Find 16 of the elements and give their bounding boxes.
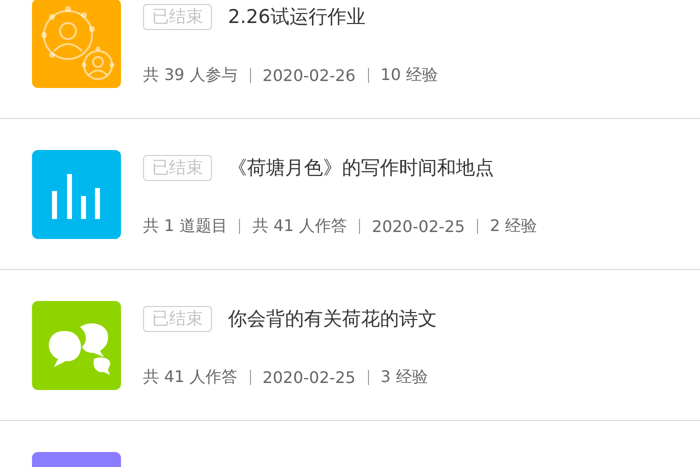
meta-text: 2020-02-25 [372,217,465,236]
activity-title[interactable]: 你会背的有关荷花的诗文 [228,306,437,332]
status-badge: 已结束 [143,4,212,30]
meta-text: 10 经验 [380,65,438,86]
meta-text: 2020-02-25 [262,368,356,387]
activity-title[interactable]: 《荷塘月色》的写作时间和地点 [228,155,494,181]
meta-text: 共 39 人参与 [143,65,238,86]
meta-text: 共 1 道题目 [143,216,228,237]
meta-text: 3 经验 [380,367,428,388]
status-badge: 已结束 [143,155,212,181]
activity-title[interactable]: 2.26试运行作业 [228,4,366,30]
meta-text: 2 经验 [490,216,538,237]
meta-text: 共 41 人作答 [143,367,238,388]
meta-text: 2020-02-26 [262,66,356,85]
meta-text: 共 41 人作答 [252,216,347,237]
status-badge: 已结束 [143,306,212,332]
